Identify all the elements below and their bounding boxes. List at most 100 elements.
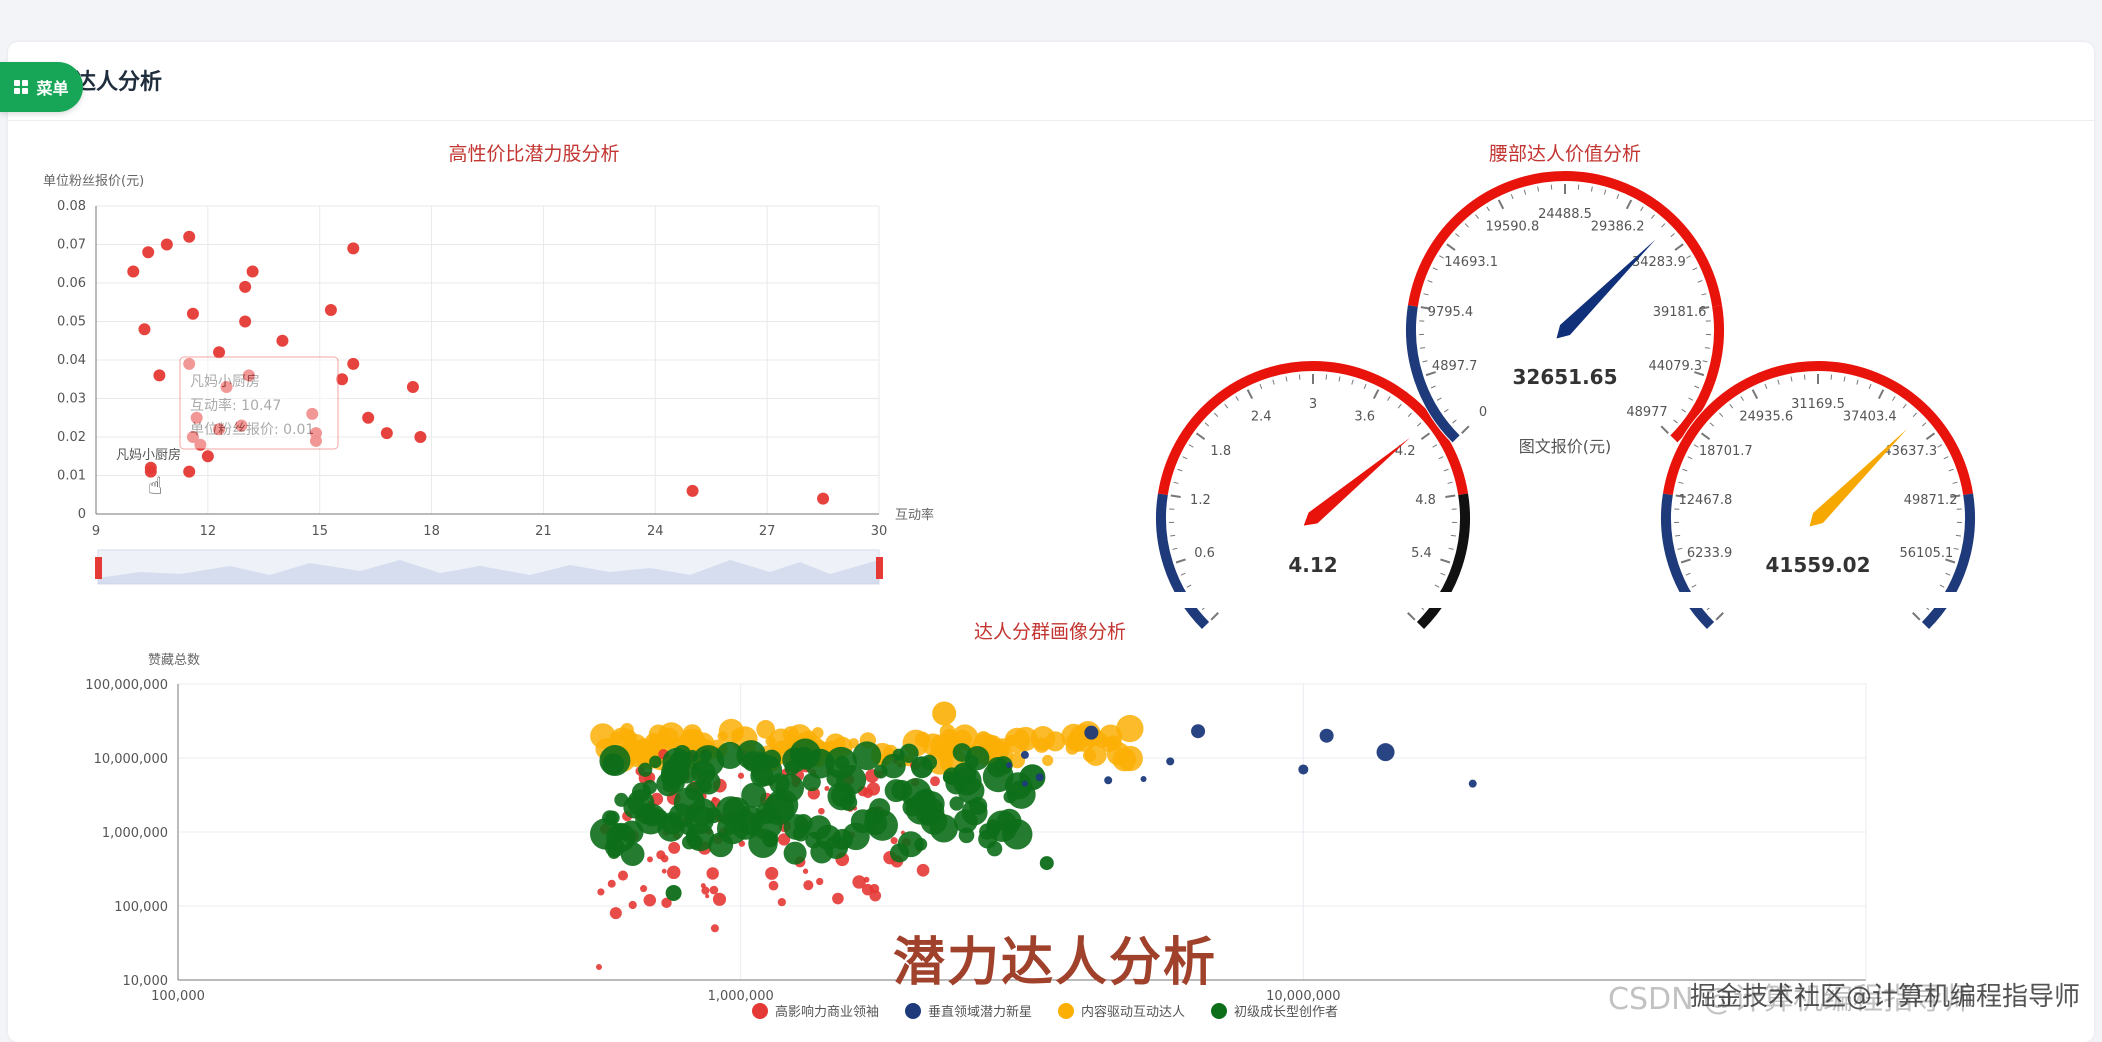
bubble-point[interactable] xyxy=(608,846,621,859)
legend-marker[interactable] xyxy=(1058,1003,1074,1019)
bubble-point[interactable] xyxy=(862,884,874,896)
scatter1-point[interactable] xyxy=(325,304,337,316)
bubble-point[interactable] xyxy=(1022,781,1028,787)
bubble-point[interactable] xyxy=(597,888,604,895)
bubble-point[interactable] xyxy=(1036,773,1044,781)
bubble-point[interactable] xyxy=(701,883,706,888)
scatter1-point[interactable] xyxy=(161,239,173,251)
bubble-point[interactable] xyxy=(959,827,975,843)
bubble-point[interactable] xyxy=(602,753,624,775)
scatter1-point[interactable] xyxy=(153,369,165,381)
scatter1-point[interactable] xyxy=(347,358,359,370)
bubble-point[interactable] xyxy=(668,842,680,854)
bubble-point[interactable] xyxy=(713,893,726,906)
bubble-point[interactable] xyxy=(881,754,906,779)
bubble-point[interactable] xyxy=(769,881,779,891)
bubble-point[interactable] xyxy=(640,885,647,892)
bubble-point[interactable] xyxy=(818,808,825,815)
bubble-point[interactable] xyxy=(987,757,1007,777)
bubble-point[interactable] xyxy=(681,821,695,835)
bubble-point[interactable] xyxy=(1469,780,1477,788)
bubble-point[interactable] xyxy=(1141,776,1147,782)
bubble-point[interactable] xyxy=(890,843,909,862)
bubble-point[interactable] xyxy=(769,773,790,794)
bubble-point[interactable] xyxy=(953,762,977,786)
scatter1-point[interactable] xyxy=(183,466,195,478)
bubble-point[interactable] xyxy=(738,773,744,779)
bubble-point[interactable] xyxy=(1084,726,1098,740)
bubble-point[interactable] xyxy=(803,880,813,890)
bubble-point[interactable] xyxy=(647,856,653,862)
bubble-point[interactable] xyxy=(1320,729,1334,743)
bubble-point[interactable] xyxy=(816,825,841,850)
bubble-point[interactable] xyxy=(748,829,777,858)
bubble-point[interactable] xyxy=(724,823,736,835)
bubble-point[interactable] xyxy=(914,838,927,851)
bubble-point[interactable] xyxy=(656,772,680,796)
bubble-point[interactable] xyxy=(784,842,807,865)
scatter1-point[interactable] xyxy=(817,493,829,505)
legend-marker[interactable] xyxy=(905,1003,921,1019)
bubble-point[interactable] xyxy=(891,837,898,844)
bubble-point[interactable] xyxy=(620,821,643,844)
bubble-point[interactable] xyxy=(832,893,844,905)
bubble-point[interactable] xyxy=(711,924,719,932)
bubble-point[interactable] xyxy=(710,886,719,895)
scatter1-point[interactable] xyxy=(127,265,139,277)
bubble-point[interactable] xyxy=(629,901,637,909)
legend-label[interactable]: 高影响力商业领袖 xyxy=(775,1004,879,1020)
bubble-point[interactable] xyxy=(756,720,775,739)
bubble-point[interactable] xyxy=(953,743,972,762)
bubble-point[interactable] xyxy=(638,763,652,777)
bubble-point[interactable] xyxy=(1004,790,1017,803)
bubble-point[interactable] xyxy=(644,894,657,907)
bubble-point[interactable] xyxy=(921,808,948,835)
bubble-point[interactable] xyxy=(778,898,786,906)
bubble-point[interactable] xyxy=(649,725,669,745)
bubble-point[interactable] xyxy=(824,786,829,791)
bubble-point[interactable] xyxy=(699,780,712,793)
bubble-point[interactable] xyxy=(742,751,763,772)
bubble-point[interactable] xyxy=(986,819,1001,834)
datazoom-slider[interactable] xyxy=(95,550,883,584)
bubble-point[interactable] xyxy=(1116,715,1143,742)
bubble-point[interactable] xyxy=(816,878,823,885)
scatter1-point[interactable] xyxy=(687,485,699,497)
bubble-point[interactable] xyxy=(885,779,908,802)
scatter1-point[interactable] xyxy=(407,381,419,393)
bubble-point[interactable] xyxy=(975,731,991,747)
bubble-point[interactable] xyxy=(706,867,718,879)
scatter1-point[interactable] xyxy=(239,281,251,293)
bubble-point[interactable] xyxy=(869,798,890,819)
bubble-point[interactable] xyxy=(803,869,808,874)
datazoom-left-handle[interactable] xyxy=(95,557,102,579)
bubble-point[interactable] xyxy=(666,885,682,901)
bubble-point[interactable] xyxy=(1042,755,1053,766)
bubble-point[interactable] xyxy=(987,841,1002,856)
bubble-point[interactable] xyxy=(1066,731,1087,752)
bubble-point[interactable] xyxy=(1104,776,1112,784)
bubble-point[interactable] xyxy=(1040,856,1054,870)
bubble-point[interactable] xyxy=(794,814,813,833)
scatter1-point[interactable] xyxy=(381,427,393,439)
legend-label[interactable]: 初级成长型创作者 xyxy=(1234,1005,1338,1020)
bubble-point[interactable] xyxy=(930,776,940,786)
bubble-point[interactable] xyxy=(608,880,616,888)
legend-marker[interactable] xyxy=(1211,1003,1227,1019)
bubble-point[interactable] xyxy=(932,701,956,725)
bubble-point[interactable] xyxy=(863,788,873,798)
bubble-point[interactable] xyxy=(618,870,628,880)
bubble-point[interactable] xyxy=(596,964,602,970)
bubble-point[interactable] xyxy=(689,835,703,849)
bubble-point[interactable] xyxy=(827,782,855,810)
bubble-point[interactable] xyxy=(864,877,870,883)
bubble-point[interactable] xyxy=(700,749,712,761)
bubble-point[interactable] xyxy=(782,747,807,772)
scatter1-point[interactable] xyxy=(276,335,288,347)
scatter1-point[interactable] xyxy=(187,308,199,320)
scatter1-point[interactable] xyxy=(138,323,150,335)
bubble-point[interactable] xyxy=(825,747,857,779)
bubble-point[interactable] xyxy=(1377,743,1395,761)
bubble-point[interactable] xyxy=(1034,737,1050,753)
bubble-point[interactable] xyxy=(1191,724,1205,738)
